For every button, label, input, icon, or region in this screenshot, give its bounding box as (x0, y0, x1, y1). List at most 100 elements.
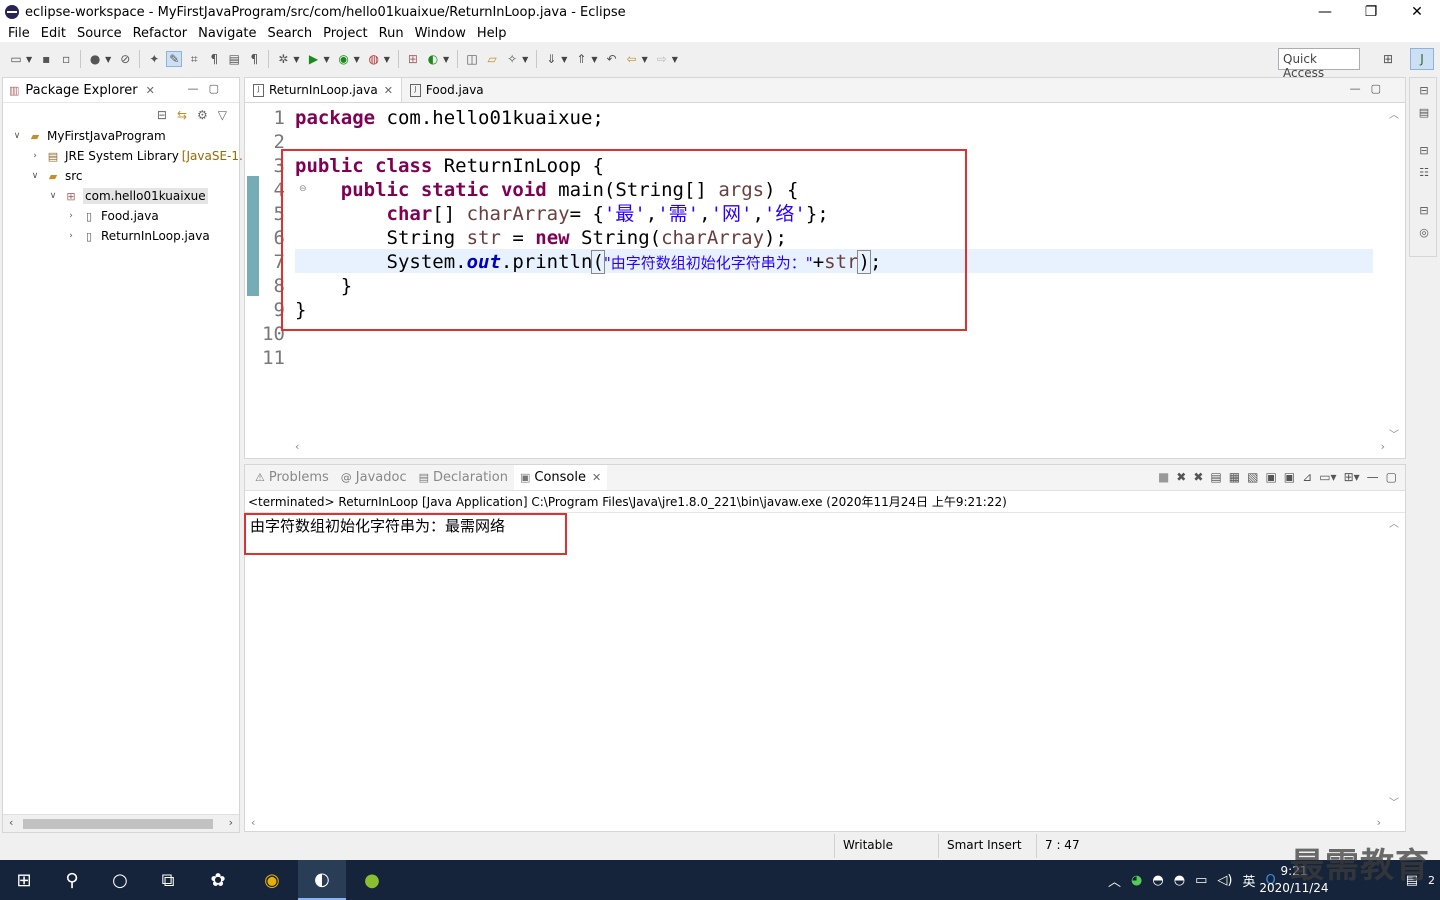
save-icon[interactable]: ▪ (38, 51, 54, 67)
new-java-package-icon[interactable]: ⊞ (405, 51, 421, 67)
pin-console-icon[interactable]: ⊿ (1302, 470, 1312, 484)
external-tools-icon[interactable]: ◍ (366, 51, 382, 67)
scroll-lock-icon[interactable]: ▦ (1229, 470, 1240, 484)
app-pinwheel-icon[interactable]: ✿ (194, 860, 242, 900)
search-icon[interactable]: ⚲ (48, 860, 96, 900)
restore-icon[interactable]: ⊟ (1416, 82, 1432, 98)
chrome-icon[interactable]: ◉ (248, 860, 296, 900)
menu-project[interactable]: Project (318, 26, 373, 41)
debug-dropdown-icon[interactable]: ▼ (293, 55, 299, 64)
java-perspective-icon[interactable]: J (1410, 48, 1434, 70)
mark-occurrences-icon[interactable]: ✎ (166, 51, 183, 67)
minimize-button[interactable]: — (1302, 0, 1348, 24)
package-explorer-tab[interactable]: ▥ Package Explorer ✕ —▢ (3, 78, 239, 103)
restore-icon[interactable]: ⊟ (1416, 142, 1432, 158)
menu-source[interactable]: Source (72, 26, 128, 41)
maximize-view-icon[interactable]: ▢ (1371, 82, 1391, 95)
clear-console-icon[interactable]: ▤ (1210, 470, 1221, 484)
open-folder-icon[interactable]: ▱ (484, 51, 500, 67)
task-list-icon[interactable]: ▤ (1416, 104, 1432, 120)
tab-declaration[interactable]: ▤ Declaration (413, 465, 514, 490)
minimize-view-icon[interactable]: — (188, 82, 209, 95)
open-perspective-icon[interactable]: ⊞ (1378, 50, 1398, 68)
scroll-left-icon[interactable]: ‹ (251, 816, 255, 829)
scroll-down-icon[interactable]: ﹀ (1389, 794, 1399, 809)
scroll-up-icon[interactable]: ︿ (1389, 106, 1399, 121)
forward-icon[interactable]: ⇨ (654, 51, 670, 67)
scroll-right-icon[interactable]: › (1377, 816, 1381, 829)
coverage-dropdown-icon[interactable]: ▼ (354, 55, 360, 64)
show-on-stdout-icon[interactable]: ▣ (1265, 470, 1276, 484)
tree-item-returninloop-java[interactable]: › ▯ ReturnInLoop.java (65, 226, 210, 246)
start-button[interactable]: ⊞ (0, 860, 48, 900)
link-with-editor-icon[interactable]: ⇆ (177, 108, 187, 122)
scrollbar-thumb[interactable] (23, 819, 213, 829)
menu-window[interactable]: Window (410, 26, 472, 41)
menu-navigate[interactable]: Navigate (193, 26, 262, 41)
prev-annotation-dropdown-icon[interactable]: ▼ (591, 55, 597, 64)
quick-access-input[interactable]: Quick Access (1278, 48, 1360, 80)
save-all-icon[interactable]: ▫ (58, 51, 74, 67)
back-dropdown-icon[interactable]: ▼ (642, 55, 648, 64)
status-insert-mode[interactable]: Smart Insert (938, 834, 1036, 858)
menu-run[interactable]: Run (374, 26, 410, 41)
qq-icon[interactable]: ◓ (1174, 873, 1185, 888)
coverage-icon[interactable]: ◉ (336, 51, 352, 67)
scroll-down-icon[interactable]: ﹀ (1389, 426, 1399, 441)
cortana-icon[interactable]: ○ (96, 860, 144, 900)
eclipse-taskbar-icon[interactable]: ◐ (298, 860, 346, 900)
horizontal-scrollbar[interactable]: ‹ › (295, 440, 1385, 456)
menu-file[interactable]: File (3, 26, 36, 41)
search-icon[interactable]: ✧ (504, 51, 520, 67)
restore-icon[interactable]: ⊟ (1416, 202, 1432, 218)
word-wrap-icon[interactable]: ▧ (1247, 470, 1258, 484)
remove-launch-icon[interactable]: ✖ (1176, 470, 1186, 484)
close-icon[interactable]: ✕ (592, 471, 601, 484)
close-button[interactable]: ✕ (1394, 0, 1440, 24)
pilcrow-icon[interactable]: ¶ (246, 51, 262, 67)
tree-item-food-java[interactable]: › ▯ Food.java (65, 206, 159, 226)
run-dropdown-icon[interactable]: ▼ (323, 55, 329, 64)
scroll-right-icon[interactable]: › (229, 816, 233, 829)
external-tools-dropdown-icon[interactable]: ▼ (384, 55, 390, 64)
wechat-icon[interactable]: ◕ (1131, 873, 1142, 888)
show-on-stderr-icon[interactable]: ▣ (1284, 470, 1295, 484)
filters-icon[interactable]: ⚙ (197, 108, 208, 122)
new-class-dropdown-icon[interactable]: ▼ (443, 55, 449, 64)
outline-icon[interactable]: ☷ (1416, 164, 1432, 180)
run-icon[interactable]: ▶ (305, 51, 321, 67)
minimize-view-icon[interactable]: — (1350, 82, 1371, 95)
task-view-icon[interactable]: ⧉ (144, 860, 192, 900)
menu-search[interactable]: Search (262, 26, 318, 41)
show-hidden-icons-icon[interactable]: ︿ (1108, 871, 1121, 890)
network-icon[interactable]: ▭ (1195, 873, 1207, 888)
scroll-left-icon[interactable]: ‹ (295, 440, 299, 453)
collapse-all-icon[interactable]: ⊟ (157, 108, 167, 122)
expand-toggle-icon[interactable]: ∨ (29, 171, 41, 181)
tree-item-src[interactable]: ∨ ▰ src (29, 166, 83, 186)
prev-annotation-icon[interactable]: ⇑ (573, 51, 589, 67)
expand-toggle-icon[interactable]: ∨ (11, 131, 23, 141)
tree-item-project[interactable]: ∨ ▰ MyFirstJavaProgram (11, 126, 166, 146)
scroll-right-icon[interactable]: › (1381, 440, 1385, 453)
tab-food-java[interactable]: J Food.java (402, 78, 492, 102)
tab-javadoc[interactable]: @ Javadoc (335, 465, 413, 490)
open-task-icon[interactable]: ◫ (464, 51, 480, 67)
scroll-left-icon[interactable]: ‹ (9, 816, 13, 829)
app-green-icon[interactable]: ● (348, 860, 396, 900)
user-dropdown-icon[interactable]: ▼ (105, 55, 111, 64)
maximize-view-icon[interactable]: ▢ (1386, 470, 1397, 484)
menu-edit[interactable]: Edit (36, 26, 72, 41)
open-console-icon[interactable]: ⊞▾ (1344, 470, 1360, 484)
expand-toggle-icon[interactable]: ∨ (47, 191, 59, 201)
skip-breakpoints-icon[interactable]: ⊘ (117, 51, 133, 67)
volume-icon[interactable]: ◁) (1217, 873, 1232, 888)
tree-item-jre-library[interactable]: › ▤ JRE System Library [JavaSE-1. (29, 146, 243, 166)
close-icon[interactable]: ✕ (384, 84, 393, 97)
new-icon[interactable]: ▭ (8, 51, 24, 67)
expand-toggle-icon[interactable]: › (65, 231, 77, 241)
last-edit-icon[interactable]: ↶ (604, 51, 620, 67)
menu-help[interactable]: Help (472, 26, 513, 41)
expand-toggle-icon[interactable]: › (29, 151, 41, 161)
open-type-icon[interactable]: ✦ (146, 51, 162, 67)
